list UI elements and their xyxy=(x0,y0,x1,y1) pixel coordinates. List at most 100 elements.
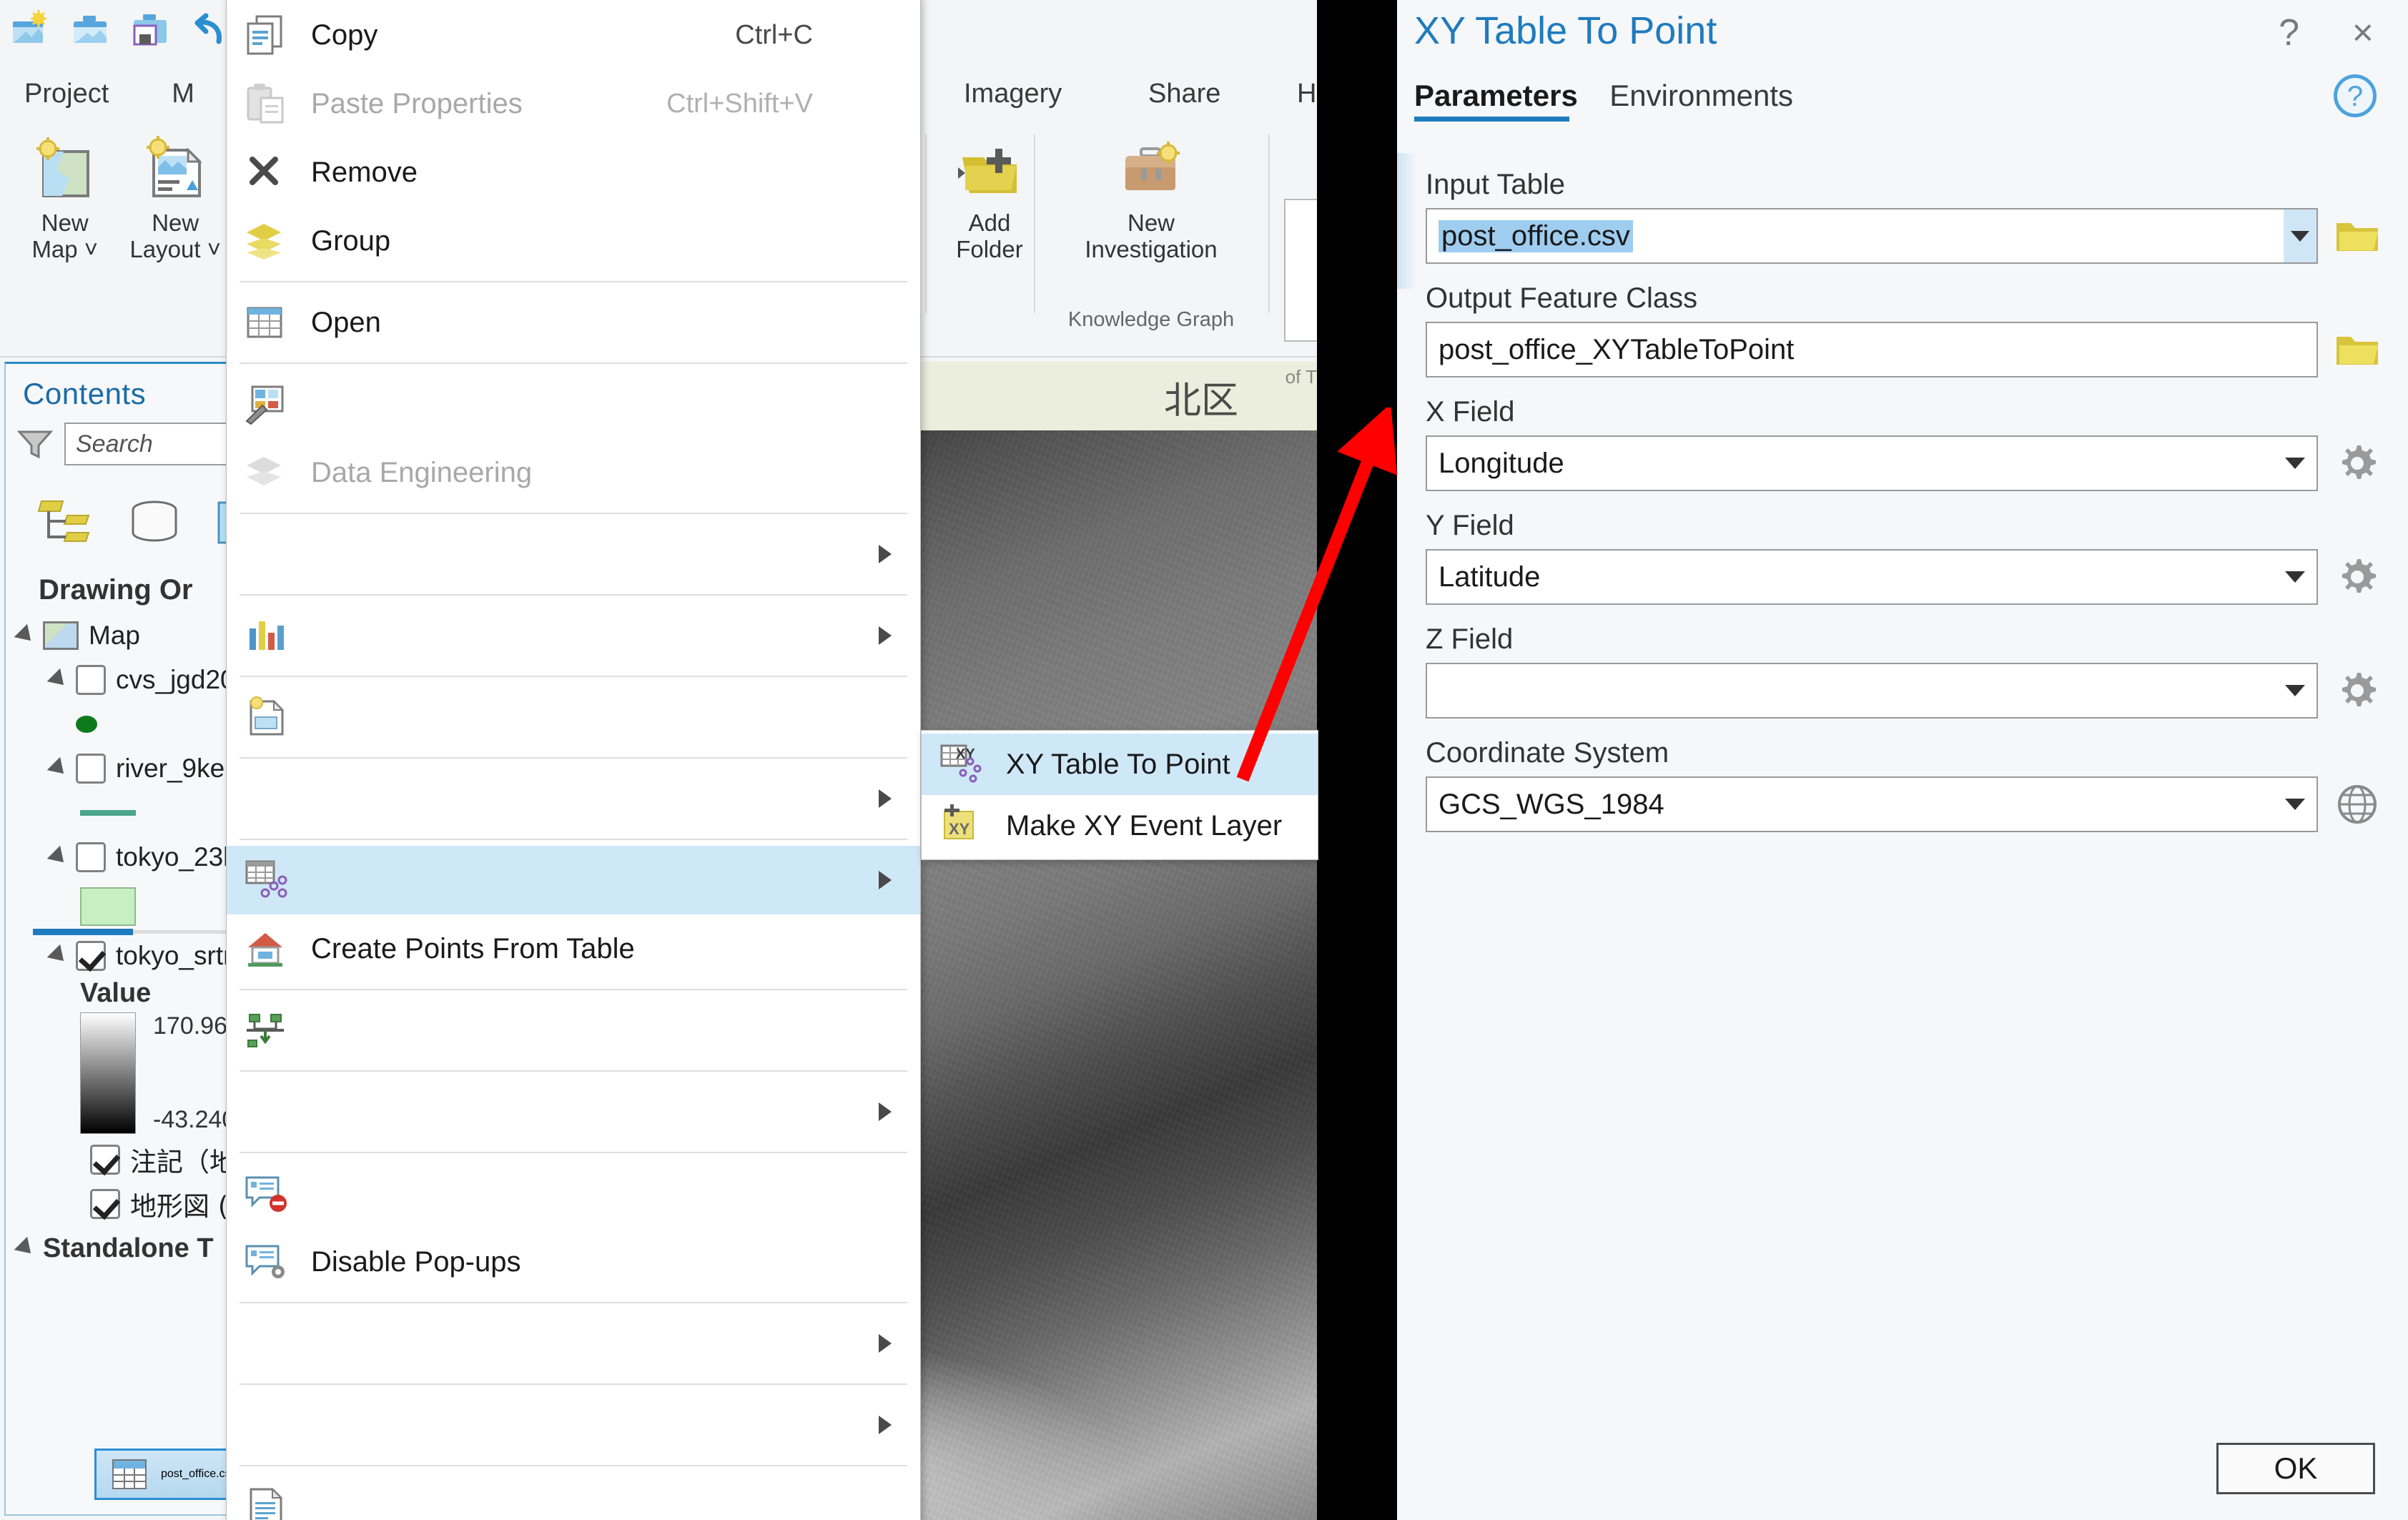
layer-visibility-checkbox[interactable] xyxy=(76,842,106,872)
filter-funnel-icon[interactable] xyxy=(16,429,54,459)
ribbon-separator-2 xyxy=(1034,134,1035,313)
blank-icon xyxy=(242,533,292,576)
output-browse-folder-icon[interactable] xyxy=(2335,331,2379,368)
input-table-field[interactable]: post_office.csv xyxy=(1426,208,2284,264)
help-circle-icon[interactable]: ? xyxy=(2334,74,2377,117)
menu-separator xyxy=(240,594,907,596)
list-by-drawing-order-tab[interactable] xyxy=(37,495,97,548)
table-icon xyxy=(112,1459,147,1489)
menu-accel-paste-properties: Ctrl+Shift+V xyxy=(666,88,813,119)
new-investigation-button[interactable]: New Investigation xyxy=(1044,129,1258,263)
expander-triangle-icon[interactable] xyxy=(14,1236,38,1260)
menu-item-create-points-from-table[interactable] xyxy=(227,846,920,914)
blank-icon xyxy=(242,1090,292,1133)
chevron-down-icon xyxy=(2285,458,2305,469)
menu-item-geocode-table[interactable]: Create Points From Table xyxy=(227,914,920,983)
layer-visibility-checkbox[interactable] xyxy=(76,665,106,695)
ribbon-tab-imagery[interactable]: Imagery xyxy=(939,79,1086,109)
gp-parameters-body: Input Table post_office.csv Output Featu… xyxy=(1397,143,2408,832)
field-z-field: Z Field xyxy=(1426,623,2379,719)
layer-visibility-checkbox[interactable] xyxy=(90,1189,120,1219)
menu-separator xyxy=(240,676,907,677)
new-map-button[interactable]: New Map ˅ xyxy=(11,129,119,263)
y-field-combo[interactable]: Latitude xyxy=(1426,549,2318,605)
expander-triangle-icon[interactable] xyxy=(14,623,38,648)
menu-item-paste-properties[interactable]: Paste Properties Ctrl+Shift+V xyxy=(227,69,920,138)
menu-item-create-chart[interactable] xyxy=(227,601,920,670)
coordinate-system-combo[interactable]: GCS_WGS_1984 xyxy=(1426,776,2318,832)
menu-item-open[interactable]: Open xyxy=(227,288,920,357)
menu-separator xyxy=(240,1383,907,1385)
expander-triangle-icon[interactable] xyxy=(46,944,71,968)
field-y-field: Y Field Latitude xyxy=(1426,510,2379,605)
menu-item-data[interactable] xyxy=(227,1309,920,1378)
menu-separator xyxy=(240,513,907,514)
layer-visibility-checkbox[interactable] xyxy=(76,941,106,971)
menu-item-selection[interactable] xyxy=(227,1077,920,1146)
menu-item-data-engineering[interactable] xyxy=(227,370,920,438)
menu-item-joins-and-relates[interactable] xyxy=(227,764,920,833)
svg-text:XY: XY xyxy=(949,820,970,838)
menu-item-new-report[interactable] xyxy=(227,683,920,751)
ok-button[interactable]: OK xyxy=(2216,1443,2375,1494)
output-feature-class-field[interactable]: post_office_XYTableToPoint xyxy=(1426,322,2318,377)
blank-icon xyxy=(242,1322,292,1365)
group-layers-icon xyxy=(242,219,292,262)
new-project-icon[interactable] xyxy=(10,10,50,50)
new-investigation-label-1: New xyxy=(1127,209,1175,236)
point-symbol-swatch xyxy=(76,716,97,733)
menu-item-copy[interactable]: Copy Ctrl+C xyxy=(227,1,920,69)
menu-item-add-error-layers[interactable]: Data Engineering xyxy=(227,438,920,507)
ribbon-gallery-placeholder[interactable] xyxy=(1284,199,1317,342)
tab-environments[interactable]: Environments xyxy=(1609,79,1802,122)
menu-item-data-design[interactable] xyxy=(227,520,920,588)
undo-icon[interactable] xyxy=(190,10,230,50)
add-folder-button[interactable]: Add Folder xyxy=(936,129,1043,263)
input-table-dropdown-button[interactable] xyxy=(2284,208,2318,264)
menu-item-sharing[interactable] xyxy=(227,1391,920,1459)
y-field-gear-icon[interactable] xyxy=(2335,555,2379,599)
route-events-icon xyxy=(242,1009,292,1052)
layer-visibility-checkbox[interactable] xyxy=(76,754,106,784)
x-field-gear-icon[interactable] xyxy=(2335,441,2379,485)
input-table-value: post_office.csv xyxy=(1439,219,1633,252)
ribbon-tab-share[interactable]: Share xyxy=(1124,79,1245,109)
chevron-right-icon xyxy=(879,1102,892,1121)
field-input-table: Input Table post_office.csv xyxy=(1426,169,2379,264)
new-layout-button[interactable]: New Layout ˅ xyxy=(122,129,229,263)
close-icon[interactable]: × xyxy=(2352,11,2374,54)
layer-visibility-checkbox[interactable] xyxy=(90,1145,120,1175)
x-field-combo[interactable]: Longitude xyxy=(1426,435,2318,491)
z-field-combo[interactable] xyxy=(1426,663,2318,719)
ribbon-tab-map[interactable]: M xyxy=(133,79,219,109)
menu-item-remove[interactable]: Remove xyxy=(227,138,920,207)
add-folder-icon xyxy=(955,136,1024,204)
submenu-item-xy-table-to-point[interactable]: XY XY Table To Point xyxy=(922,734,1318,795)
ribbon-separator-1 xyxy=(925,134,927,313)
expander-triangle-icon[interactable] xyxy=(46,845,71,869)
coordinate-system-globe-icon[interactable] xyxy=(2335,782,2379,826)
gp-active-param-indicator xyxy=(1397,153,1417,289)
expander-triangle-icon[interactable] xyxy=(46,756,71,781)
save-project-icon[interactable] xyxy=(130,10,170,50)
new-investigation-label-2: Investigation xyxy=(1085,235,1218,262)
tab-parameters[interactable]: Parameters xyxy=(1414,79,1587,122)
label-y-field: Y Field xyxy=(1426,510,1514,541)
menu-item-disable-popups[interactable] xyxy=(227,1159,920,1228)
help-question-icon[interactable]: ? xyxy=(2279,11,2299,54)
expander-triangle-icon[interactable] xyxy=(46,668,71,692)
list-by-data-source-tab[interactable] xyxy=(124,495,184,548)
menu-item-configure-popups[interactable]: Disable Pop-ups xyxy=(227,1228,920,1296)
menu-separator xyxy=(240,1152,907,1153)
input-table-browse-folder-icon[interactable] xyxy=(2335,217,2379,255)
ribbon-tab-help[interactable]: He xyxy=(1273,79,1317,109)
chevron-right-icon xyxy=(879,871,892,889)
menu-item-view-metadata[interactable] xyxy=(227,1472,920,1520)
ribbon-tab-project[interactable]: Project xyxy=(0,79,133,109)
menu-item-display-route-events[interactable] xyxy=(227,996,920,1065)
menu-item-group[interactable]: Group xyxy=(227,207,920,275)
chevron-down-icon xyxy=(2285,799,2305,810)
z-field-gear-icon[interactable] xyxy=(2335,668,2379,713)
submenu-item-make-xy-event-layer[interactable]: XY Make XY Event Layer xyxy=(922,795,1318,857)
open-project-icon[interactable] xyxy=(70,10,110,50)
